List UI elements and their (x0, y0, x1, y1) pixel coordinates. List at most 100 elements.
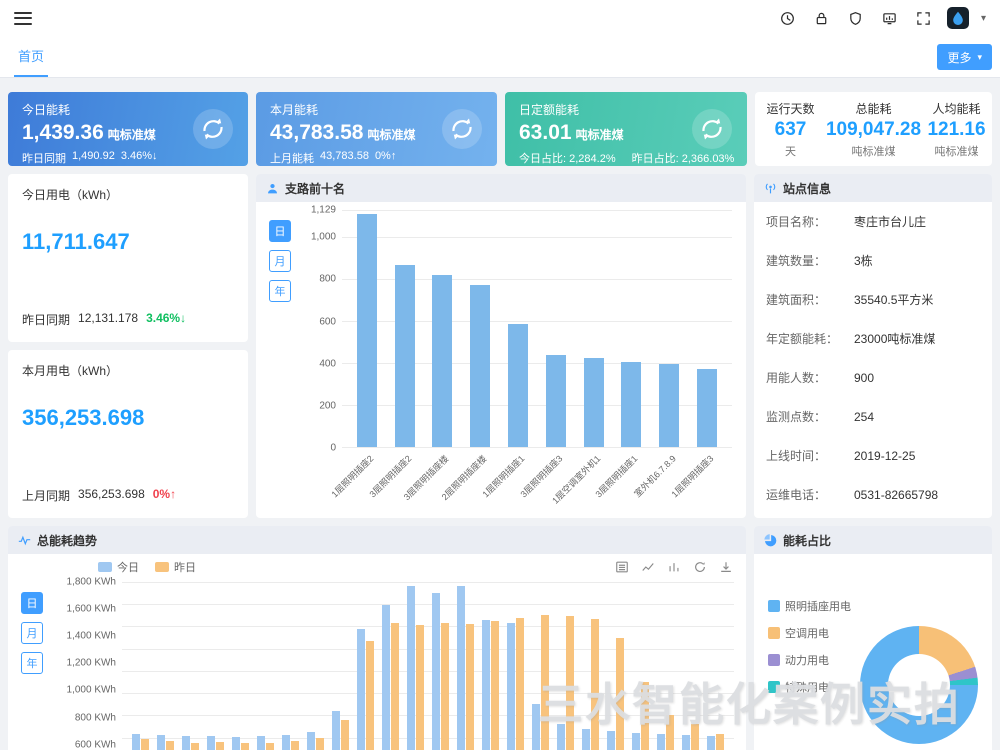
branch-bar (613, 210, 651, 447)
branch-bar (499, 210, 537, 447)
card-sub-label: 上月同期 (22, 487, 70, 504)
card-title: 今日用电（kWh） (22, 186, 234, 203)
trend-bar-group (303, 582, 328, 750)
stat-sub-label: 昨日同期 (22, 150, 66, 166)
site-row: 运维电话：0531-82665798 (754, 475, 992, 514)
more-button[interactable]: 更多 ▾ (937, 44, 992, 70)
refresh-icon[interactable] (192, 108, 234, 150)
stat-card-today-energy: 今日能耗 1,439.36吨标准煤 昨日同期 1,490.92 3.46%↓ (8, 92, 248, 166)
trend-bar-group (403, 582, 428, 750)
legend-item-yesterday[interactable]: 昨日 (155, 559, 196, 575)
summary-total-energy: 总能耗 109,047.28 吨标准煤 (826, 92, 921, 166)
stat-delta: 0%↑ (375, 150, 396, 166)
branch-y-axis: 02004006008001,0001,129 (298, 210, 342, 448)
stat-sub2-value: 2,366.03% (682, 153, 735, 165)
stat-sub-value: 1,490.92 (72, 150, 115, 166)
data-view-icon[interactable] (614, 559, 630, 575)
period-year-button[interactable]: 年 (21, 652, 43, 674)
line-chart-icon[interactable] (640, 559, 656, 575)
refresh-icon[interactable] (441, 108, 483, 150)
legend-label: 昨日 (174, 559, 196, 575)
card-value: 356,253.698 (22, 405, 234, 431)
legend-swatch (768, 627, 780, 639)
panel-energy-share: 能耗占比 照明插座用电 空调用电 动力用电 特殊用电 (754, 526, 992, 750)
branch-period-switcher: 日 月 年 (262, 210, 298, 518)
topbar: ▾ (0, 0, 1000, 36)
branch-bar (575, 210, 613, 447)
main-content: 今日能耗 1,439.36吨标准煤 昨日同期 1,490.92 3.46%↓ 本… (0, 78, 1000, 750)
antenna-icon (764, 182, 777, 195)
period-day-button[interactable]: 日 (21, 592, 43, 614)
summary-running-days: 运行天数 637 天 (755, 92, 826, 166)
pie-icon (764, 534, 777, 547)
panel-energy-trend: 总能耗趋势 今日 昨日 (8, 526, 746, 750)
card-today-electricity: 今日用电（kWh） 11,711.647 昨日同期 12,131.178 3.4… (8, 174, 248, 342)
site-info-list: 项目名称：枣庄市台儿庄 建筑数量：3栋 建筑面积：35540.5平方米 年定额能… (754, 202, 992, 514)
card-delta: 3.46%↓ (146, 311, 186, 328)
site-row: 用能人数：900 (754, 358, 992, 397)
panel-site-info: 站点信息 项目名称：枣庄市台儿庄 建筑数量：3栋 建筑面积：35540.5平方米… (754, 174, 992, 518)
trend-bar-group (628, 582, 653, 750)
trend-legend: 今日 昨日 (98, 559, 196, 575)
branch-bar (650, 210, 688, 447)
legend-item-power[interactable]: 动力用电 (768, 652, 851, 668)
download-icon[interactable] (718, 559, 734, 575)
summary-label: 人均能耗 (933, 100, 981, 117)
chart-board-icon[interactable] (879, 7, 901, 29)
bar-chart-icon[interactable] (666, 559, 682, 575)
trend-bar-group (703, 582, 728, 750)
trend-bar-group (503, 582, 528, 750)
chevron-down-icon[interactable]: ▾ (981, 13, 986, 24)
legend-item-special[interactable]: 特殊用电 (768, 679, 851, 695)
trend-bar-group (678, 582, 703, 750)
stat-sub-value: 43,783.58 (320, 150, 369, 166)
summary-value: 121.16 (927, 119, 985, 141)
panel-title: 总能耗趋势 (37, 532, 97, 549)
summary-unit: 吨标准煤 (852, 143, 896, 159)
trend-bar-group (228, 582, 253, 750)
legend-item-hvac[interactable]: 空调用电 (768, 625, 851, 641)
trend-chart (122, 582, 734, 750)
trend-bar-group (528, 582, 553, 750)
water-drop-logo[interactable] (947, 7, 969, 29)
trend-bar-group (153, 582, 178, 750)
site-row: 年定额能耗：23000吨标准煤 (754, 319, 992, 358)
stat-sub2-label: 昨日占比: (632, 153, 679, 165)
card-month-electricity: 本月用电（kWh） 356,253.698 上月同期 356,253.698 0… (8, 350, 248, 518)
stat-unit: 吨标准煤 (367, 128, 415, 142)
legend-item-today[interactable]: 今日 (98, 559, 139, 575)
energy-share-donut-chart (860, 626, 978, 744)
panel-title: 能耗占比 (783, 532, 831, 549)
trend-bar-group (128, 582, 153, 750)
period-month-button[interactable]: 月 (21, 622, 43, 644)
stat-unit: 吨标准煤 (108, 128, 156, 142)
shield-icon[interactable] (845, 7, 867, 29)
lock-icon[interactable] (811, 7, 833, 29)
summary-value: 109,047.28 (826, 119, 921, 141)
fullscreen-icon[interactable] (913, 7, 935, 29)
legend-label: 特殊用电 (785, 679, 829, 695)
branch-bar (424, 210, 462, 447)
summary-unit: 吨标准煤 (935, 143, 979, 159)
branch-bar (537, 210, 575, 447)
stat-card-month-energy: 本月能耗 43,783.58吨标准煤 上月能耗 43,783.58 0%↑ (256, 92, 497, 166)
menu-icon[interactable] (14, 12, 32, 25)
period-day-button[interactable]: 日 (269, 220, 291, 242)
refresh-icon[interactable] (692, 559, 708, 575)
summary-value: 637 (775, 119, 807, 141)
branch-bar (386, 210, 424, 447)
clock-icon[interactable] (777, 7, 799, 29)
panel-title: 站点信息 (783, 180, 831, 197)
pulse-icon (18, 534, 31, 547)
stat-card-daily-quota: 日定额能耗 63.01吨标准煤 今日占比: 2,284.2% 昨日占比: 2,3… (505, 92, 747, 166)
period-year-button[interactable]: 年 (269, 280, 291, 302)
tab-home[interactable]: 首页 (14, 36, 48, 77)
legend-label: 照明插座用电 (785, 598, 851, 614)
legend-item-lighting[interactable]: 照明插座用电 (768, 598, 851, 614)
trend-bar-group (428, 582, 453, 750)
legend-label: 空调用电 (785, 625, 829, 641)
trend-bar-group (278, 582, 303, 750)
refresh-icon[interactable] (691, 108, 733, 150)
branch-x-axis: 1层照明插座23层照明插座23层照明插座楼2层照明插座楼1层照明插座13层照明插… (342, 448, 732, 518)
period-month-button[interactable]: 月 (269, 250, 291, 272)
